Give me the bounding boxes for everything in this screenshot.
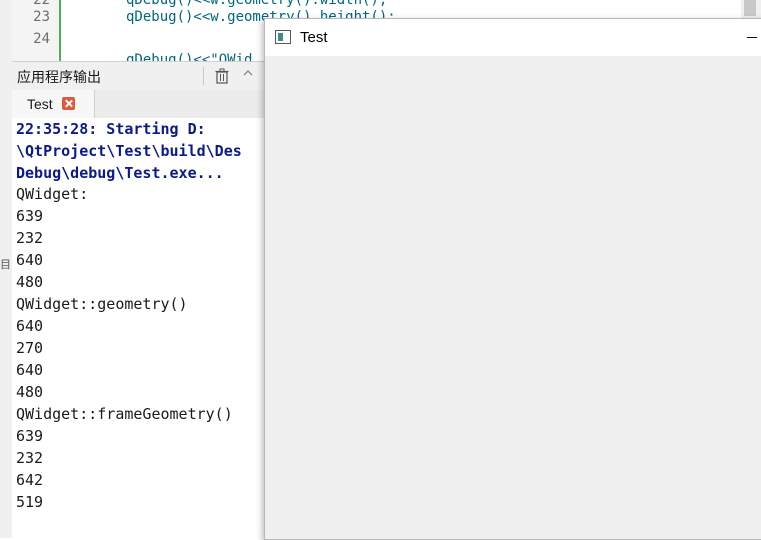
output-line: 640 bbox=[16, 361, 44, 379]
output-line: 640 bbox=[16, 317, 44, 335]
output-line: 232 bbox=[16, 449, 44, 467]
editor-scrollbar-right[interactable] bbox=[741, 0, 761, 18]
output-line: 642 bbox=[16, 471, 44, 489]
window-title-bar[interactable]: Test bbox=[265, 19, 761, 56]
code-line: qDebug()<<w.geometry().width(); bbox=[126, 0, 388, 8]
output-line: 270 bbox=[16, 339, 44, 357]
tab-test[interactable]: Test bbox=[12, 90, 95, 118]
tab-label: Test bbox=[27, 96, 53, 112]
line-number-gutter: 22 23 24 bbox=[12, 0, 58, 61]
code-line: qDebug()<<"QWid bbox=[126, 52, 253, 61]
output-line: Debug\debug\Test.exe... bbox=[16, 164, 224, 182]
output-line: 519 bbox=[16, 493, 44, 511]
output-line: 639 bbox=[16, 427, 44, 445]
close-icon[interactable] bbox=[62, 97, 75, 110]
output-line: 480 bbox=[16, 273, 44, 291]
output-line: \QtProject\Test\build\Des bbox=[16, 142, 242, 160]
output-line: 22:35:28: Starting D: bbox=[16, 120, 206, 138]
line-number: 24 bbox=[33, 31, 50, 47]
output-line: 232 bbox=[16, 229, 44, 247]
output-pane-header: 应用程序输出 bbox=[12, 61, 264, 91]
qt-window-icon bbox=[275, 30, 291, 44]
output-line: 640 bbox=[16, 251, 44, 269]
output-line: QWidget::frameGeometry() bbox=[16, 405, 233, 423]
output-tab-bar: Test bbox=[12, 90, 264, 119]
test-window[interactable]: Test bbox=[264, 18, 761, 540]
trash-icon[interactable] bbox=[214, 68, 230, 84]
scrollbar-thumb[interactable] bbox=[744, 0, 756, 16]
line-number: 23 bbox=[33, 9, 50, 25]
application-output[interactable]: 22:35:28: Starting D: \QtProject\Test\bu… bbox=[12, 118, 264, 538]
output-line: QWidget: bbox=[16, 185, 89, 203]
window-title: Test bbox=[300, 29, 328, 46]
divider bbox=[203, 67, 204, 85]
line-number: 22 bbox=[33, 0, 50, 8]
output-pane-title: 应用程序输出 bbox=[17, 70, 101, 86]
sidebar-glyph: 目 bbox=[0, 258, 11, 271]
minimize-icon[interactable] bbox=[747, 37, 757, 38]
output-line: 480 bbox=[16, 383, 44, 401]
output-line: QWidget::geometry() bbox=[16, 295, 188, 313]
chevron-up-icon[interactable] bbox=[242, 67, 254, 79]
fold-marker bbox=[59, 0, 61, 61]
output-line: 639 bbox=[16, 207, 44, 225]
